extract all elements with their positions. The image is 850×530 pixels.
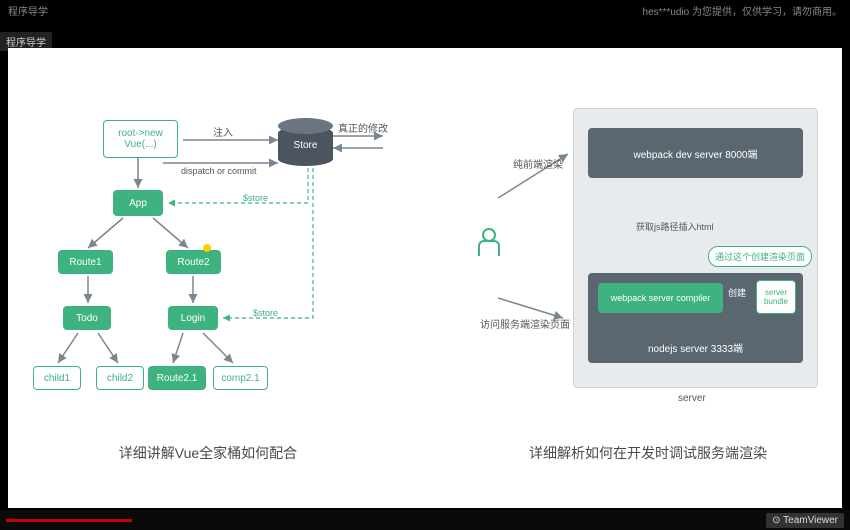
server-label: server	[678, 393, 706, 404]
tab-label: 程序导学	[8, 3, 48, 18]
node-todo: Todo	[63, 306, 111, 330]
label-visit-ssr: 访问服务端渲染页面	[480, 316, 570, 331]
bubble-tip: 通过这个创建渲染页面	[708, 246, 812, 267]
user-icon	[476, 228, 498, 256]
highlight-dot	[203, 244, 211, 252]
watermark-text: hes***udio 为您提供，仅供学习，请勿商用。	[643, 3, 842, 18]
node-comp21: comp2.1	[213, 366, 268, 390]
label-inject: 注入	[213, 124, 233, 139]
webpack-compiler: webpack server compiler	[598, 283, 723, 313]
label-front-render: 纯前端渲染	[513, 156, 563, 171]
label-create: 创建	[728, 286, 746, 299]
webpack-dev-server: webpack dev server 8000端	[588, 128, 803, 178]
node-login: Login	[168, 306, 218, 330]
progress-bar[interactable]	[6, 519, 132, 522]
label-store1: $store	[243, 193, 268, 203]
right-caption: 详细解析如何在开发时调试服务端渲染	[508, 443, 788, 463]
node-route2: Route2	[166, 250, 221, 274]
left-caption: 详细讲解Vue全家桶如何配合	[78, 443, 338, 463]
slide-content: root->new Vue(...) App Route1 Route2 Tod…	[8, 48, 842, 508]
node-route1: Route1	[58, 250, 113, 274]
node-app: App	[113, 190, 163, 216]
label-dispatch: dispatch or commit	[181, 166, 257, 176]
node-child1: child1	[33, 366, 81, 390]
label-store2: $store	[253, 308, 278, 318]
player-footer[interactable]: ⊙ TeamViewer	[0, 510, 850, 530]
teamviewer-badge: ⊙ TeamViewer	[766, 513, 844, 528]
server-bundle: server bundle	[756, 280, 796, 314]
node-root: root->new Vue(...)	[103, 120, 178, 158]
node-route21: Route2.1	[148, 366, 206, 390]
label-get-js: 获取js路径插入html	[636, 220, 714, 233]
label-real-modify: 真正的修改	[338, 120, 388, 135]
node-child2: child2	[96, 366, 144, 390]
store-cylinder-icon: Store	[278, 126, 333, 166]
